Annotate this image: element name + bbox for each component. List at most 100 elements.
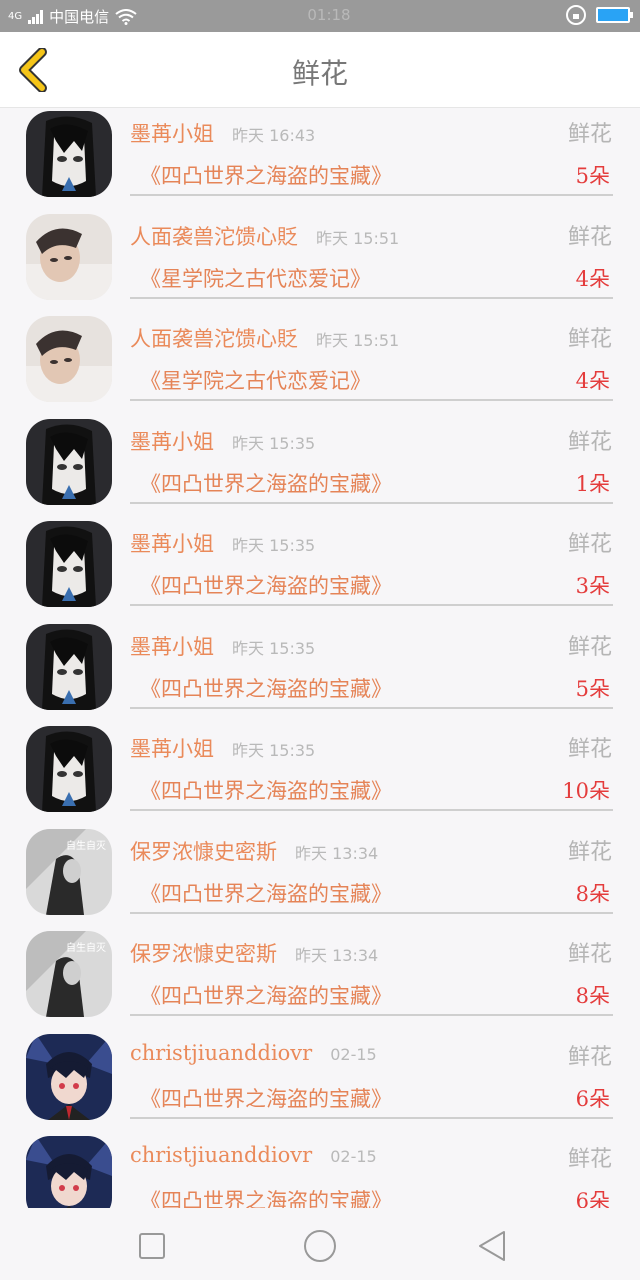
sender-name[interactable]: 墨苒小姐 昨天 15:35 bbox=[130, 426, 315, 456]
avatar[interactable] bbox=[26, 521, 112, 607]
row-divider bbox=[130, 194, 613, 196]
book-title[interactable]: 《星学院之古代恋爱记》 bbox=[140, 263, 371, 293]
sender-name[interactable]: 墨苒小姐 昨天 15:35 bbox=[130, 733, 315, 763]
list-item[interactable]: 自生自灭 保罗浓慷史密斯 昨天 13:34 鲜花 《四凸世界之海盗的宝藏》 8朵 bbox=[0, 826, 640, 929]
flower-count: 6朵 bbox=[575, 1086, 610, 1111]
row-divider bbox=[130, 911, 613, 914]
avatar[interactable] bbox=[26, 316, 112, 402]
avatar[interactable] bbox=[26, 111, 112, 197]
sender-name-text[interactable]: christjiuanddiovr bbox=[130, 1143, 312, 1167]
list-item[interactable]: 墨苒小姐 昨天 15:35 鲜花《四凸世界之海盗的宝藏》 3朵 bbox=[0, 518, 640, 621]
flower-tag: 鲜花 bbox=[567, 122, 612, 147]
record-time: 昨天 15:35 bbox=[232, 741, 316, 760]
book-title[interactable]: 《四凸世界之海盗的宝藏》 bbox=[140, 1185, 392, 1208]
record-time: 昨天 15:35 bbox=[232, 433, 316, 453]
app-header: 鲜花 bbox=[0, 32, 640, 108]
row-divider bbox=[130, 1116, 613, 1119]
avatar[interactable]: 自生自灭 bbox=[26, 931, 112, 1017]
avatar[interactable] bbox=[26, 213, 112, 300]
list-item[interactable]: 人面袭兽沱馈心貶 昨天 15:51 鲜花 《星学院之古代恋爱记》 4朵 bbox=[0, 313, 640, 416]
book-title[interactable]: 《四凸世界之海盗的宝藏》 bbox=[140, 570, 392, 600]
sender-name-text[interactable]: 人面袭兽沱馈心貶 bbox=[130, 327, 298, 351]
sender-name[interactable]: 墨苒小姐 昨天 15:35 bbox=[130, 631, 315, 661]
record-time: 昨天 15:51 bbox=[316, 228, 400, 248]
home-button[interactable] bbox=[300, 1228, 340, 1264]
rotation-lock-icon bbox=[566, 5, 586, 25]
flower-tag: 鲜花 bbox=[567, 737, 612, 762]
record-time: 02-15 bbox=[330, 1147, 377, 1166]
row-divider bbox=[130, 296, 613, 299]
book-title[interactable]: 《四凸世界之海盗的宝藏》 bbox=[140, 980, 392, 1010]
system-nav-bar bbox=[0, 1210, 640, 1280]
avatar[interactable] bbox=[26, 1033, 112, 1120]
sender-name-text[interactable]: 人面袭兽沱馈心貶 bbox=[130, 225, 298, 249]
recent-apps-button[interactable] bbox=[134, 1228, 174, 1264]
triangle-back-icon bbox=[479, 1231, 505, 1261]
sender-name[interactable]: 墨苒小姐 昨天 15:35 bbox=[130, 528, 315, 558]
row-divider bbox=[130, 399, 613, 401]
sender-name-text[interactable]: christjiuanddiovr bbox=[130, 1041, 312, 1065]
list-item[interactable]: christjiuanddiovr 02-15 鲜花《四凸世界之海盗的宝藏》 6朵 bbox=[0, 1133, 640, 1208]
record-time: 昨天 13:34 bbox=[295, 843, 379, 863]
list-item[interactable]: 墨苒小姐 昨天 15:35 鲜花《四凸世界之海盗的宝藏》 1朵 bbox=[0, 416, 640, 519]
flower-tag: 鲜花 bbox=[567, 429, 612, 455]
book-title[interactable]: 《星学院之古代恋爱记》 bbox=[140, 365, 371, 395]
sender-name-text[interactable]: 墨苒小姐 bbox=[130, 737, 214, 761]
book-title[interactable]: 《四凸世界之海盗的宝藏》 bbox=[140, 1083, 392, 1113]
record-time: 02-15 bbox=[330, 1044, 377, 1064]
flower-count: 6朵 bbox=[575, 1189, 610, 1208]
list-item[interactable]: 人面袭兽沱馈心貶 昨天 15:51 鲜花《星学院之古代恋爱记》 4朵 bbox=[0, 211, 640, 314]
row-divider bbox=[130, 706, 613, 709]
nav-back-button[interactable] bbox=[472, 1228, 512, 1264]
sender-name-text[interactable]: 墨苒小姐 bbox=[130, 430, 214, 454]
row-divider bbox=[130, 1014, 613, 1016]
avatar[interactable] bbox=[26, 1136, 112, 1208]
list-item[interactable]: 自生自灭 保罗浓慷史密斯 昨天 13:34 鲜花《四凸世界之海盗的宝藏》 8朵 bbox=[0, 928, 640, 1031]
record-time: 昨天 15:51 bbox=[316, 331, 400, 350]
sender-name[interactable]: 人面袭兽沱馈心貶 昨天 15:51 bbox=[130, 221, 399, 251]
sender-name-text[interactable]: 墨苒小姐 bbox=[130, 635, 214, 659]
flower-tag: 鲜花 bbox=[567, 1044, 612, 1070]
flower-tag: 鲜花 bbox=[567, 1147, 612, 1172]
flower-count: 1朵 bbox=[575, 471, 610, 496]
avatar[interactable] bbox=[26, 726, 112, 812]
book-title[interactable]: 《四凸世界之海盗的宝藏》 bbox=[140, 775, 392, 805]
sender-name[interactable]: christjiuanddiovr 02-15 bbox=[130, 1041, 377, 1065]
list-item[interactable]: 墨苒小姐 昨天 15:35 鲜花 《四凸世界之海盗的宝藏》 5朵 bbox=[0, 621, 640, 724]
row-divider bbox=[130, 501, 613, 504]
sender-name-text[interactable]: 保罗浓慷史密斯 bbox=[130, 840, 277, 864]
sender-name-text[interactable]: 墨苒小姐 bbox=[130, 122, 214, 146]
battery-icon bbox=[596, 7, 633, 23]
list-item[interactable]: 墨苒小姐 昨天 16:43 鲜花 《四凸世界之海盗的宝藏》 5朵 bbox=[0, 108, 640, 211]
avatar[interactable] bbox=[26, 418, 112, 505]
flower-count: 3朵 bbox=[575, 574, 610, 598]
list-item[interactable]: christjiuanddiovr 02-15 鲜花《四凸世界之海盗的宝藏》 6朵 bbox=[0, 1031, 640, 1134]
circle-icon bbox=[304, 1230, 336, 1262]
flower-record-list[interactable]: 墨苒小姐 昨天 16:43 鲜花 《四凸世界之海盗的宝藏》 5朵 人面袭兽沱馈心貶 昨天 1… bbox=[0, 108, 640, 1208]
book-title[interactable]: 《四凸世界之海盗的宝藏》 bbox=[140, 468, 392, 498]
flower-tag: 鲜花 bbox=[567, 942, 612, 967]
flower-count: 4朵 bbox=[575, 266, 610, 291]
book-title[interactable]: 《四凸世界之海盗的宝藏》 bbox=[140, 673, 392, 703]
flower-tag: 鲜花 bbox=[567, 224, 612, 250]
book-title[interactable]: 《四凸世界之海盗的宝藏》 bbox=[140, 878, 392, 908]
sender-name[interactable]: 墨苒小姐 昨天 16:43 bbox=[130, 118, 315, 148]
status-bar: 4G 中国电信 01:18 bbox=[0, 0, 640, 32]
svg-text:自生自灭: 自生自灭 bbox=[66, 941, 106, 954]
sender-name[interactable]: 保罗浓慷史密斯 昨天 13:34 bbox=[130, 836, 378, 866]
flower-tag: 鲜花 bbox=[567, 532, 612, 557]
flower-count: 8朵 bbox=[575, 984, 610, 1008]
sender-name[interactable]: 保罗浓慷史密斯 昨天 13:34 bbox=[130, 938, 378, 968]
list-item[interactable]: 墨苒小姐 昨天 15:35 鲜花《四凸世界之海盗的宝藏》 10朵 bbox=[0, 723, 640, 826]
avatar[interactable]: 自生自灭 bbox=[26, 828, 112, 915]
status-right bbox=[566, 5, 633, 25]
book-title[interactable]: 《四凸世界之海盗的宝藏》 bbox=[140, 160, 392, 190]
flower-count: 8朵 bbox=[575, 881, 610, 906]
sender-name[interactable]: 人面袭兽沱馈心貶 昨天 15:51 bbox=[130, 323, 399, 353]
sender-name[interactable]: christjiuanddiovr 02-15 bbox=[130, 1143, 377, 1167]
avatar[interactable] bbox=[26, 623, 112, 710]
sender-name-text[interactable]: 墨苒小姐 bbox=[130, 532, 214, 556]
flower-count: 10朵 bbox=[562, 779, 610, 803]
sender-name-text[interactable]: 保罗浓慷史密斯 bbox=[130, 942, 277, 966]
page-title: 鲜花 bbox=[291, 57, 348, 90]
